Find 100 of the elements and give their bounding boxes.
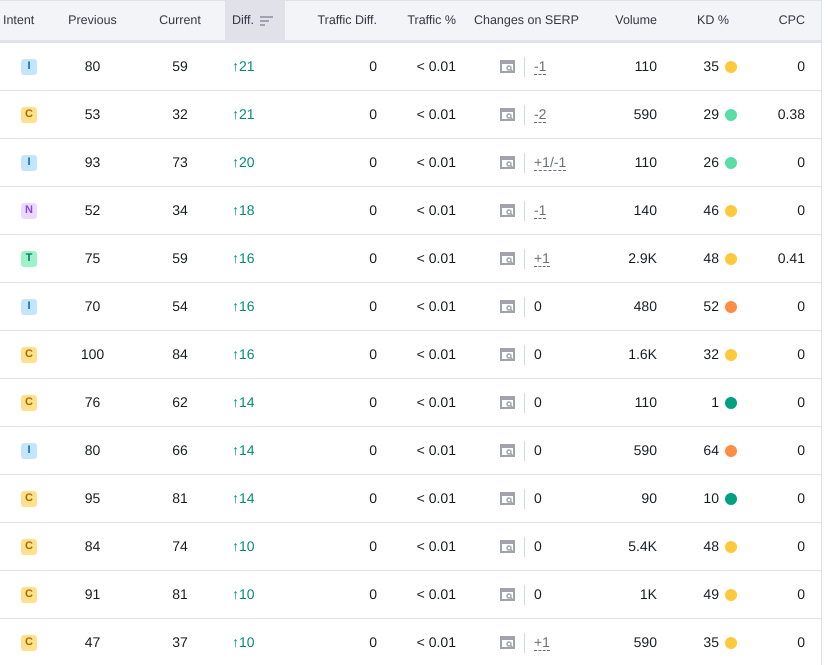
column-header[interactable]: Diff.: [225, 1, 285, 40]
table-cell-text: 0: [797, 441, 805, 460]
table-cell-text: 84: [172, 345, 188, 364]
table-cell-text: 84: [84, 537, 100, 556]
intent-badge: C: [21, 394, 37, 410]
table-cell-text: 0: [797, 57, 805, 76]
serp-preview-icon[interactable]: [500, 396, 515, 409]
serp-change-link[interactable]: -2: [534, 106, 546, 123]
serp-preview-icon[interactable]: [500, 204, 515, 217]
table-cell-text: 0: [534, 345, 542, 364]
serp-preview-icon[interactable]: [500, 444, 515, 457]
serp-preview-icon[interactable]: [500, 540, 515, 553]
table-cell-text: 0: [534, 585, 542, 604]
table-cell-text: 110: [634, 153, 657, 172]
column-header[interactable]: Current: [135, 1, 225, 40]
table-cell-text: 0: [369, 585, 377, 604]
table-cell-text: 0: [797, 585, 805, 604]
table-cell-text: 2.9K: [628, 249, 657, 268]
serp-preview-icon[interactable]: [500, 300, 515, 313]
table-cell-text: 59: [172, 57, 188, 76]
table-cell-text: 48: [703, 249, 719, 268]
column-header[interactable]: KD %: [665, 1, 745, 40]
table-cell-text: 0: [797, 489, 805, 508]
table-cell-text: 34: [172, 201, 188, 220]
table-cell-text: 1K: [640, 585, 657, 604]
intent-badge: I: [21, 442, 37, 458]
table-cell-text: 0: [369, 153, 377, 172]
table-cell-text: < 0.01: [416, 537, 456, 556]
serp-change-link[interactable]: +1: [534, 634, 550, 651]
table-cell-text: 1: [711, 393, 719, 412]
table-cell-text: 590: [634, 441, 657, 460]
sort-icon: [260, 16, 273, 26]
intent-badge: C: [21, 634, 37, 650]
serp-preview-icon[interactable]: [500, 108, 515, 121]
table-cell-text: 140: [634, 201, 657, 220]
table-cell-text: 54: [172, 297, 188, 316]
table-cell-text: 52: [703, 297, 719, 316]
table-cell-text: 70: [84, 297, 100, 316]
serp-change-link[interactable]: -1: [534, 202, 546, 219]
serp-preview-icon[interactable]: [500, 156, 515, 169]
serp-change-link[interactable]: -1: [534, 58, 546, 75]
table-cell-text: < 0.01: [416, 105, 456, 124]
table-cell-text: 32: [703, 345, 719, 364]
column-header[interactable]: CPC: [745, 1, 815, 40]
table-cell-text: < 0.01: [416, 57, 456, 76]
table-cell-text: 81: [172, 489, 188, 508]
table-cell-text: 0: [369, 57, 377, 76]
serp-preview-icon[interactable]: [500, 60, 515, 73]
table-cell-text: 0: [369, 201, 377, 220]
table-cell-text: 73: [172, 153, 188, 172]
table-cell-text: 62: [172, 393, 188, 412]
intent-badge: C: [21, 538, 37, 554]
table-cell-text: < 0.01: [416, 345, 456, 364]
table-cell-text: 110: [634, 57, 657, 76]
table-cell-text: 74: [172, 537, 188, 556]
diff-value: ↑10: [232, 633, 255, 652]
table-cell-text: 0: [369, 489, 377, 508]
table-cell-text: 0: [797, 393, 805, 412]
table-cell-text: 59: [172, 249, 188, 268]
diff-value: ↑20: [232, 153, 255, 172]
serp-preview-icon[interactable]: [500, 252, 515, 265]
serp-preview-icon[interactable]: [500, 636, 515, 649]
column-header[interactable]: Traffic %: [385, 1, 465, 40]
table-cell-text: 95: [84, 489, 100, 508]
serp-change-link[interactable]: +1: [534, 250, 550, 267]
table-cell-text: 0: [369, 105, 377, 124]
intent-badge: I: [21, 298, 37, 314]
table-cell-text: 0: [534, 489, 542, 508]
table-cell-text: 0: [369, 393, 377, 412]
intent-badge: T: [21, 250, 37, 266]
table-cell-text: 35: [703, 633, 719, 652]
column-header[interactable]: Traffic Diff.: [285, 1, 385, 40]
table-cell-text: < 0.01: [416, 633, 456, 652]
table-cell-text: 5.4K: [628, 537, 657, 556]
table-cell-text: < 0.01: [416, 393, 456, 412]
table-cell-text: 0: [797, 537, 805, 556]
serp-change-link[interactable]: +1/-1: [534, 154, 566, 171]
diff-value: ↑16: [232, 249, 255, 268]
table-cell-text: 91: [84, 585, 100, 604]
column-header[interactable]: Previous: [50, 1, 135, 40]
table-cell-text: < 0.01: [416, 489, 456, 508]
table-cell-text: 53: [84, 105, 100, 124]
intent-badge: N: [21, 202, 37, 218]
serp-preview-icon[interactable]: [500, 588, 515, 601]
table-cell-text: 0: [369, 297, 377, 316]
serp-preview-icon[interactable]: [500, 492, 515, 505]
table-cell-text: 49: [703, 585, 719, 604]
table-cell-text: < 0.01: [416, 441, 456, 460]
column-header[interactable]: Intent: [0, 1, 50, 40]
diff-value: ↑14: [232, 441, 255, 460]
table-cell-text: 29: [703, 105, 719, 124]
serp-preview-icon[interactable]: [500, 348, 515, 361]
table-cell-text: 90: [641, 489, 657, 508]
table-cell-text: 0: [797, 153, 805, 172]
table-cell-text: 81: [172, 585, 188, 604]
diff-value: ↑14: [232, 489, 255, 508]
table-cell-text: 590: [634, 633, 657, 652]
intent-badge: I: [21, 58, 37, 74]
table-cell-text: < 0.01: [416, 201, 456, 220]
table-cell-text: 0.41: [778, 249, 805, 268]
